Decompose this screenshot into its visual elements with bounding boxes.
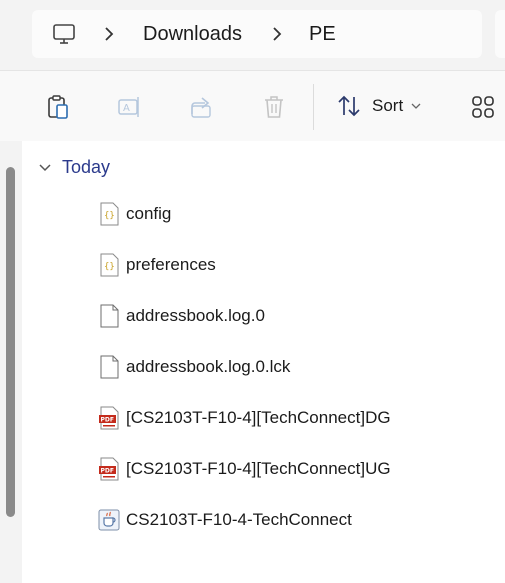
java-jar-icon bbox=[98, 509, 120, 531]
pdf-file-icon: PDF bbox=[99, 406, 119, 430]
generic-file-icon bbox=[100, 355, 119, 379]
toolbar-divider bbox=[313, 84, 314, 130]
rename-icon[interactable]: A bbox=[117, 94, 143, 120]
list-item[interactable]: addressbook.log.0 bbox=[98, 301, 488, 331]
svg-text:PDF: PDF bbox=[101, 417, 114, 424]
pdf-file-icon: PDF bbox=[99, 457, 119, 481]
vertical-scrollbar[interactable] bbox=[6, 167, 15, 517]
json-file-icon: {} bbox=[100, 202, 119, 226]
group-header-today[interactable]: Today bbox=[38, 157, 110, 178]
share-icon[interactable] bbox=[189, 94, 215, 120]
search-box[interactable] bbox=[495, 10, 505, 58]
sort-arrows-icon bbox=[338, 95, 360, 117]
address-bar-area: Downloads PE bbox=[0, 0, 505, 70]
delete-icon[interactable] bbox=[261, 94, 287, 120]
svg-text:PDF: PDF bbox=[101, 468, 114, 475]
file-name: addressbook.log.0.lck bbox=[126, 357, 291, 376]
group-label: Today bbox=[62, 157, 111, 177]
command-bar: A Sort bbox=[0, 70, 505, 142]
chevron-down-icon bbox=[411, 103, 421, 109]
list-item[interactable]: addressbook.log.0.lck bbox=[98, 352, 488, 382]
file-name: [CS2103T-F10-4][TechConnect]UG bbox=[126, 459, 391, 478]
view-grid-icon[interactable] bbox=[470, 94, 496, 120]
file-name: CS2103T-F10-4-TechConnect bbox=[126, 510, 352, 529]
breadcrumb-separator-icon[interactable] bbox=[102, 25, 116, 43]
address-bar[interactable]: Downloads PE bbox=[32, 10, 482, 58]
generic-file-icon bbox=[100, 304, 119, 328]
file-list-pane: Today {} config {} preferences addressbo… bbox=[0, 141, 505, 583]
sort-button[interactable]: Sort bbox=[336, 93, 421, 119]
breadcrumb-downloads[interactable]: Downloads bbox=[143, 22, 242, 46]
svg-text:A: A bbox=[123, 103, 130, 114]
json-file-icon: {} bbox=[100, 253, 119, 277]
list-item[interactable]: PDF [CS2103T-F10-4][TechConnect]DG bbox=[98, 403, 488, 433]
paste-icon[interactable] bbox=[45, 94, 71, 120]
svg-text:{}: {} bbox=[104, 262, 115, 272]
list-item[interactable]: PDF [CS2103T-F10-4][TechConnect]UG bbox=[98, 454, 488, 484]
list-item[interactable]: CS2103T-F10-4-TechConnect bbox=[98, 505, 488, 535]
file-name: preferences bbox=[126, 255, 216, 274]
list-item[interactable]: {} config bbox=[98, 199, 488, 229]
file-name: config bbox=[126, 204, 172, 223]
breadcrumb-pe[interactable]: PE bbox=[309, 22, 336, 46]
file-name: [CS2103T-F10-4][TechConnect]DG bbox=[126, 408, 391, 427]
list-item[interactable]: {} preferences bbox=[98, 250, 488, 280]
breadcrumb-separator-icon[interactable] bbox=[270, 25, 284, 43]
sort-label: Sort bbox=[372, 96, 404, 115]
this-pc-icon[interactable] bbox=[52, 22, 76, 46]
svg-text:{}: {} bbox=[104, 211, 115, 221]
file-name: addressbook.log.0 bbox=[126, 306, 265, 325]
chevron-down-icon bbox=[39, 163, 51, 171]
